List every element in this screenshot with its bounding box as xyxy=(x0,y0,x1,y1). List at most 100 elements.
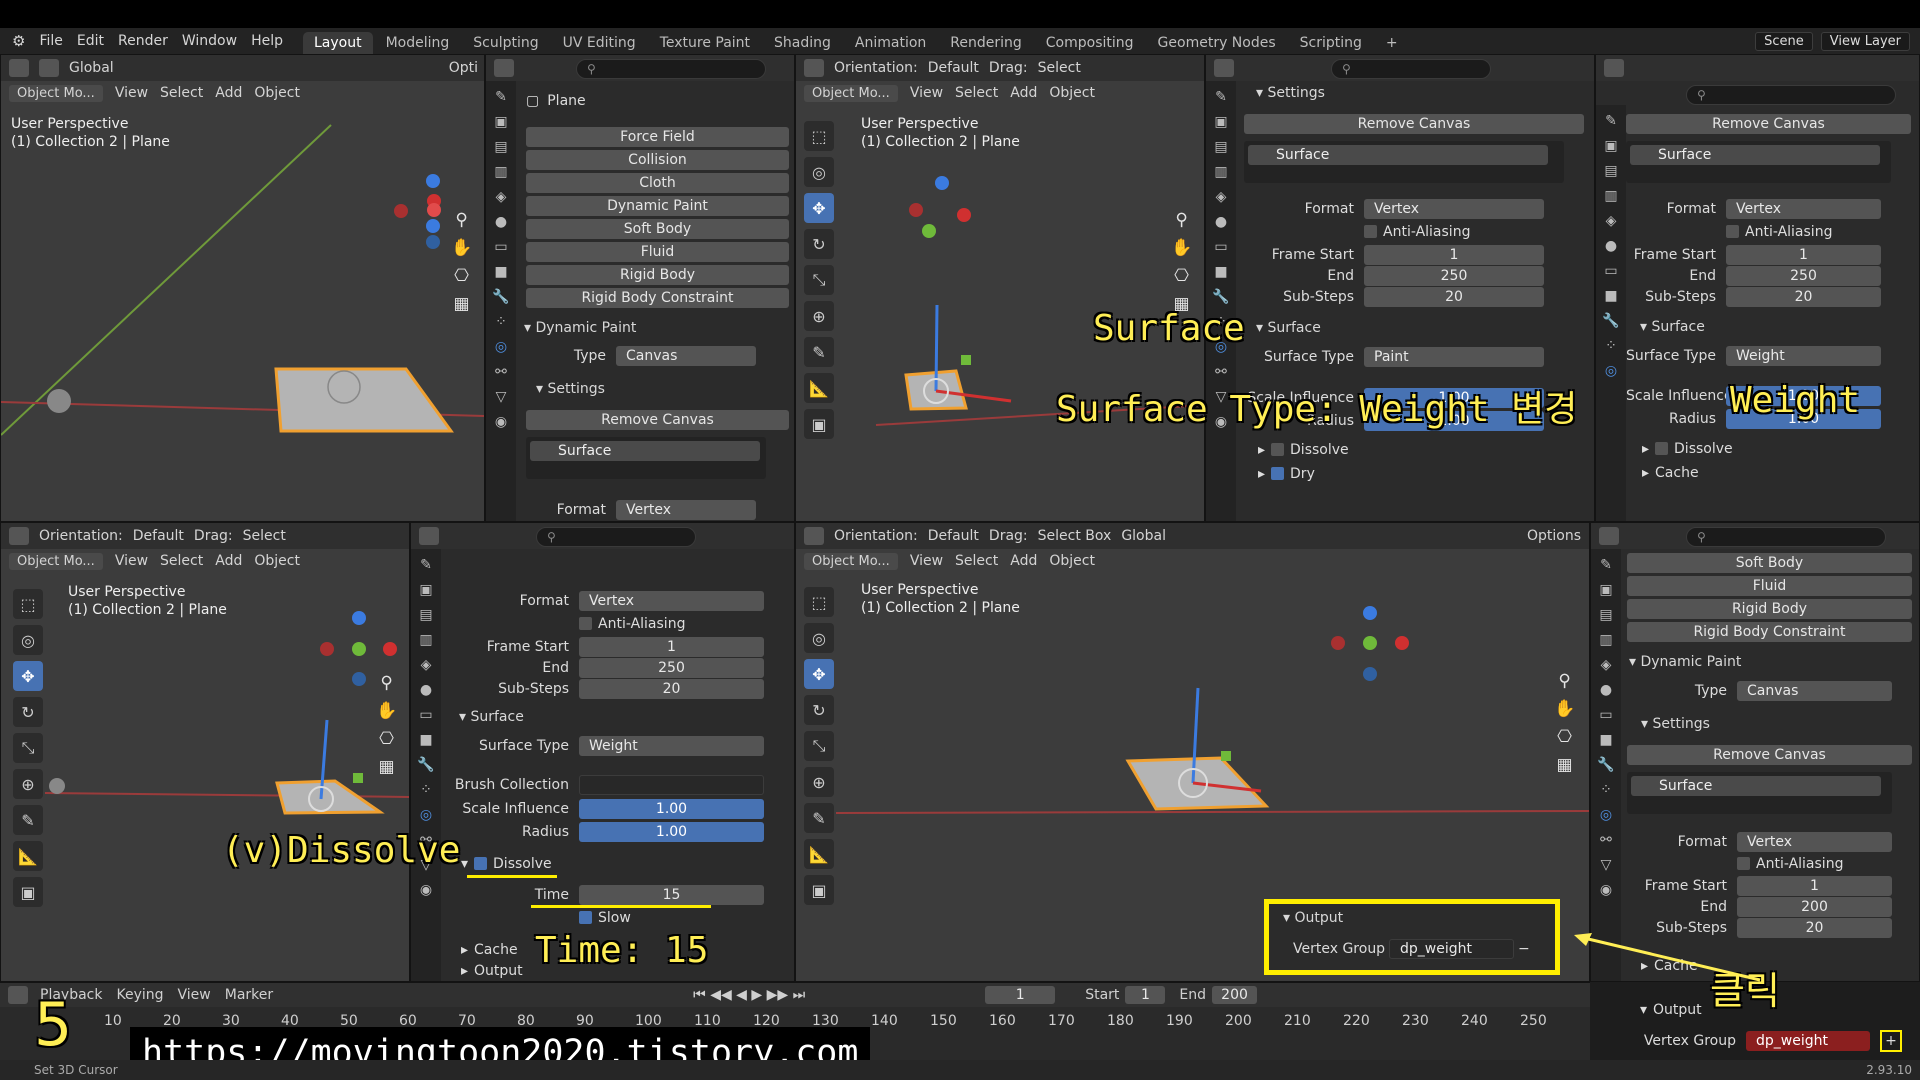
menu-add[interactable]: Add xyxy=(1010,85,1037,101)
fluid-button[interactable]: Fluid xyxy=(1627,576,1912,596)
format-dropdown[interactable]: Vertex xyxy=(1364,198,1544,219)
output-label[interactable]: Output xyxy=(1653,1002,1702,1018)
tab-sculpting[interactable]: Sculpting xyxy=(462,32,549,54)
collapse-arrow-icon[interactable]: ▾ xyxy=(1640,1002,1647,1018)
timeline-view-menu[interactable]: View xyxy=(178,987,211,1003)
scene-tab-icon[interactable]: ◈ xyxy=(1606,213,1617,229)
material-tab-icon[interactable]: ◉ xyxy=(420,882,432,898)
object-tab-icon[interactable]: ■ xyxy=(1604,288,1617,304)
format-dropdown[interactable]: Vertex xyxy=(616,499,756,520)
tool-tab-icon[interactable]: ✎ xyxy=(1215,89,1227,105)
drag-dropdown[interactable]: Select Box xyxy=(1038,528,1112,544)
transform-icon[interactable]: ⊕ xyxy=(13,769,43,799)
type-dropdown[interactable]: Canvas xyxy=(616,345,756,366)
expand-arrow-icon[interactable]: ▸ xyxy=(461,963,468,979)
editor-type-icon[interactable] xyxy=(1604,59,1624,77)
physics-tab-icon[interactable]: ◎ xyxy=(420,807,432,823)
properties-search[interactable]: ⚲ xyxy=(1331,59,1491,79)
view-layer-tab-icon[interactable]: ▥ xyxy=(494,164,507,180)
editor-type-icon[interactable] xyxy=(804,59,824,77)
tab-animation[interactable]: Animation xyxy=(844,32,937,54)
add-vertex-group-icon[interactable]: + xyxy=(1880,1029,1902,1052)
menu-add[interactable]: Add xyxy=(215,553,242,569)
editor-type-icon[interactable] xyxy=(1599,527,1619,545)
modifier-tab-icon[interactable]: 🔧 xyxy=(1602,313,1619,329)
world-tab-icon[interactable]: ● xyxy=(1605,238,1617,254)
mode-selector[interactable]: Object Mo... xyxy=(804,552,898,570)
editor-type-icon[interactable] xyxy=(8,986,28,1004)
cache-label[interactable]: Cache xyxy=(1655,465,1699,481)
anti-aliasing-checkbox[interactable] xyxy=(579,617,592,630)
tool-tab-icon[interactable]: ✎ xyxy=(1600,557,1612,573)
modifier-tab-icon[interactable]: 🔧 xyxy=(1212,289,1229,305)
measure-icon[interactable]: 📐 xyxy=(804,839,834,869)
grid-icon[interactable]: ▦ xyxy=(454,294,470,314)
output-tab-icon[interactable]: ▤ xyxy=(1604,163,1617,179)
select-box-icon[interactable]: ⬚ xyxy=(804,121,834,151)
move-icon[interactable]: ✥ xyxy=(804,659,834,689)
editor-type-icon[interactable] xyxy=(804,527,824,545)
annotate-icon[interactable]: ✎ xyxy=(13,805,43,835)
transform-icon[interactable]: ⊕ xyxy=(804,301,834,331)
cursor-icon[interactable]: ◎ xyxy=(804,157,834,187)
remove-canvas-button[interactable]: Remove Canvas xyxy=(1627,745,1912,765)
remove-canvas-button[interactable]: Remove Canvas xyxy=(1626,114,1911,134)
add-cube-icon[interactable]: ▣ xyxy=(13,877,43,907)
tab-shading[interactable]: Shading xyxy=(763,32,842,54)
radius-field[interactable]: 1.00 xyxy=(579,821,764,842)
frame-start-field[interactable]: 1 xyxy=(579,636,764,657)
menu-object[interactable]: Object xyxy=(1049,553,1095,569)
menu-file[interactable]: File xyxy=(39,33,62,49)
expand-arrow-icon[interactable]: ▸ xyxy=(1642,465,1649,481)
output-tab-icon[interactable]: ▤ xyxy=(1599,607,1612,623)
add-cube-icon[interactable]: ▣ xyxy=(804,875,834,905)
format-dropdown[interactable]: Vertex xyxy=(579,590,764,611)
zoom-icon[interactable]: ⚲ xyxy=(1558,671,1570,691)
scene-tab-icon[interactable]: ◈ xyxy=(496,189,507,205)
tab-layout[interactable]: Layout xyxy=(302,32,373,54)
vertex-group-field[interactable]: dp_weight xyxy=(1746,1030,1870,1051)
menu-object[interactable]: Object xyxy=(1049,85,1095,101)
expand-arrow-icon[interactable]: ▸ xyxy=(1258,442,1265,458)
orientation-dropdown[interactable]: Default xyxy=(133,528,184,544)
collection-tab-icon[interactable]: ▭ xyxy=(494,239,507,255)
constraints-tab-icon[interactable]: ⚯ xyxy=(1600,832,1612,848)
constraints-tab-icon[interactable]: ⚯ xyxy=(1215,364,1227,380)
current-frame-field[interactable]: 1 xyxy=(985,986,1056,1004)
mode-selector[interactable]: Object Mo... xyxy=(9,552,103,570)
surface-list-item[interactable]: Surface xyxy=(530,441,760,461)
material-tab-icon[interactable]: ◉ xyxy=(495,414,507,430)
collection-tab-icon[interactable]: ▭ xyxy=(419,707,432,723)
end-field[interactable]: 250 xyxy=(1726,265,1881,286)
surface-section[interactable]: ▾ Surface xyxy=(459,709,524,725)
surface-type-dropdown[interactable]: Paint xyxy=(1364,346,1544,367)
force-field-button[interactable]: Force Field xyxy=(526,127,789,147)
editor-type-icon[interactable] xyxy=(9,59,29,77)
properties-search[interactable]: ⚲ xyxy=(1686,527,1886,547)
particles-tab-icon[interactable]: ⁘ xyxy=(495,314,507,330)
playback-controls[interactable]: ⏮ ◀◀ ◀ ▶ ▶▶ ⏭ xyxy=(693,987,805,1003)
mode-selector[interactable]: Object Mo... xyxy=(804,84,898,102)
tab-modeling[interactable]: Modeling xyxy=(375,32,461,54)
frame-start-field[interactable]: 1 xyxy=(1726,244,1881,265)
pan-hand-icon[interactable]: ✋ xyxy=(1171,238,1192,258)
collection-tab-icon[interactable]: ▭ xyxy=(1599,707,1612,723)
editor-type-icon[interactable] xyxy=(9,527,29,545)
cache-label[interactable]: Cache xyxy=(474,942,518,958)
soft-body-button[interactable]: Soft Body xyxy=(1627,553,1912,573)
type-dropdown[interactable]: Canvas xyxy=(1737,680,1892,701)
view-layer-tab-icon[interactable]: ▥ xyxy=(1604,188,1617,204)
pan-hand-icon[interactable]: ✋ xyxy=(451,238,472,258)
menu-view[interactable]: View xyxy=(115,553,148,569)
tab-scripting[interactable]: Scripting xyxy=(1289,32,1373,54)
menu-view[interactable]: View xyxy=(115,85,148,101)
menu-render[interactable]: Render xyxy=(118,33,168,49)
object-tab-icon[interactable]: ■ xyxy=(494,264,507,280)
world-tab-icon[interactable]: ● xyxy=(1215,214,1227,230)
dynamic-paint-button[interactable]: Dynamic Paint xyxy=(526,196,789,216)
vertex-group-field[interactable]: dp_weight xyxy=(1389,938,1514,959)
remove-canvas-button[interactable]: Remove Canvas xyxy=(526,410,789,430)
scale-influence-field[interactable]: 1.00 xyxy=(579,798,764,819)
menu-window[interactable]: Window xyxy=(182,33,237,49)
scale-icon[interactable]: ⤡ xyxy=(804,265,834,295)
